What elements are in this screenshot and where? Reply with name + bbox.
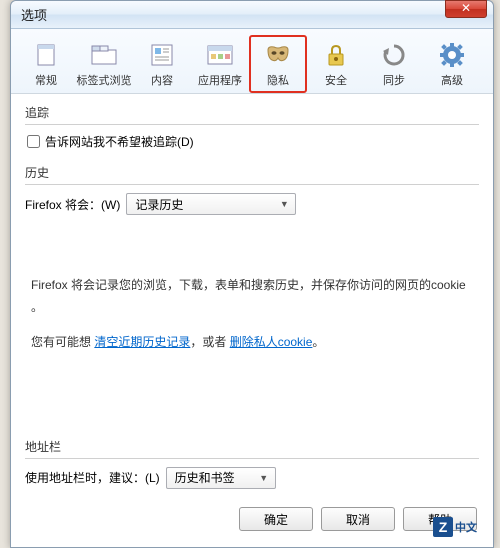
tabs-icon — [89, 40, 119, 70]
options-window: 选项 ✕ 常规 标签式浏览 内容 — [10, 0, 494, 548]
toolbar: 常规 标签式浏览 内容 应用程序 隐私 — [11, 29, 493, 94]
description-text: Firefox 将会记录您的浏览，下载，表单和搜索历史，并保存你访问的网页的co… — [31, 275, 473, 318]
do-not-track-checkbox[interactable] — [27, 135, 40, 148]
help-button[interactable]: 帮助 — [403, 507, 477, 531]
clear-history-link[interactable]: 清空近期历史记录 — [94, 335, 190, 349]
checkbox-label: 告诉网站我不希望被追踪(D) — [45, 133, 194, 150]
tab-general[interactable]: 常规 — [17, 35, 75, 93]
sync-icon — [379, 40, 409, 70]
dropdown-value: 历史和书签 — [175, 469, 235, 486]
titlebar: 选项 ✕ — [11, 1, 493, 29]
gear-icon — [437, 40, 467, 70]
tab-label: 标签式浏览 — [77, 72, 132, 88]
dropdown-value: 记录历史 — [135, 196, 183, 213]
content-area: 追踪 告诉网站我不希望被追踪(D) 历史 Firefox 将会：(W) 记录历史… — [11, 94, 493, 513]
tab-tabs[interactable]: 标签式浏览 — [75, 35, 133, 93]
tab-applications[interactable]: 应用程序 — [191, 35, 249, 93]
tab-privacy[interactable]: 隐私 — [249, 35, 307, 93]
general-icon — [31, 40, 61, 70]
addressbar-prefix: 使用地址栏时，建议：(L) — [25, 469, 160, 486]
tab-advanced[interactable]: 高级 — [423, 35, 481, 93]
tab-label: 同步 — [383, 72, 405, 88]
tab-label: 应用程序 — [198, 72, 242, 88]
chevron-down-icon: ▼ — [257, 473, 271, 483]
tab-label: 隐私 — [267, 72, 289, 88]
history-mode-dropdown[interactable]: 记录历史 ▼ — [126, 193, 296, 215]
history-mode-row: Firefox 将会：(W) 记录历史 ▼ — [25, 193, 479, 215]
lock-icon — [321, 40, 351, 70]
history-description: Firefox 将会记录您的浏览，下载，表单和搜索历史，并保存你访问的网页的co… — [25, 225, 479, 378]
suggestion-line: 您有可能想 清空近期历史记录，或者 删除私人cookie。 — [31, 332, 473, 354]
do-not-track-checkbox-row[interactable]: 告诉网站我不希望被追踪(D) — [25, 133, 479, 150]
tab-label: 内容 — [151, 72, 173, 88]
tab-security[interactable]: 安全 — [307, 35, 365, 93]
addressbar-section: 地址栏 使用地址栏时，建议：(L) 历史和书签 ▼ — [25, 438, 479, 489]
applications-icon — [205, 40, 235, 70]
tab-sync[interactable]: 同步 — [365, 35, 423, 93]
chevron-down-icon: ▼ — [277, 199, 291, 209]
tab-label: 安全 — [325, 72, 347, 88]
tracking-title: 追踪 — [25, 104, 479, 125]
history-section: 历史 Firefox 将会：(W) 记录历史 ▼ Firefox 将会记录您的浏… — [25, 164, 479, 378]
delete-cookies-link[interactable]: 删除私人cookie — [230, 335, 313, 349]
close-button[interactable]: ✕ — [445, 0, 487, 18]
tab-label: 高级 — [441, 72, 463, 88]
tracking-section: 追踪 告诉网站我不希望被追踪(D) — [25, 104, 479, 150]
ok-button[interactable]: 确定 — [239, 507, 313, 531]
tab-content[interactable]: 内容 — [133, 35, 191, 93]
dialog-buttons: 确定 取消 帮助 — [225, 497, 491, 541]
close-icon: ✕ — [461, 1, 471, 15]
privacy-mask-icon — [263, 40, 293, 70]
window-title: 选项 — [21, 5, 489, 24]
addressbar-suggest-row: 使用地址栏时，建议：(L) 历史和书签 ▼ — [25, 467, 479, 489]
content-icon — [147, 40, 177, 70]
history-prefix: Firefox 将会：(W) — [25, 196, 120, 213]
addressbar-title: 地址栏 — [25, 438, 479, 459]
history-title: 历史 — [25, 164, 479, 185]
tab-label: 常规 — [35, 72, 57, 88]
addressbar-suggest-dropdown[interactable]: 历史和书签 ▼ — [166, 467, 276, 489]
cancel-button[interactable]: 取消 — [321, 507, 395, 531]
